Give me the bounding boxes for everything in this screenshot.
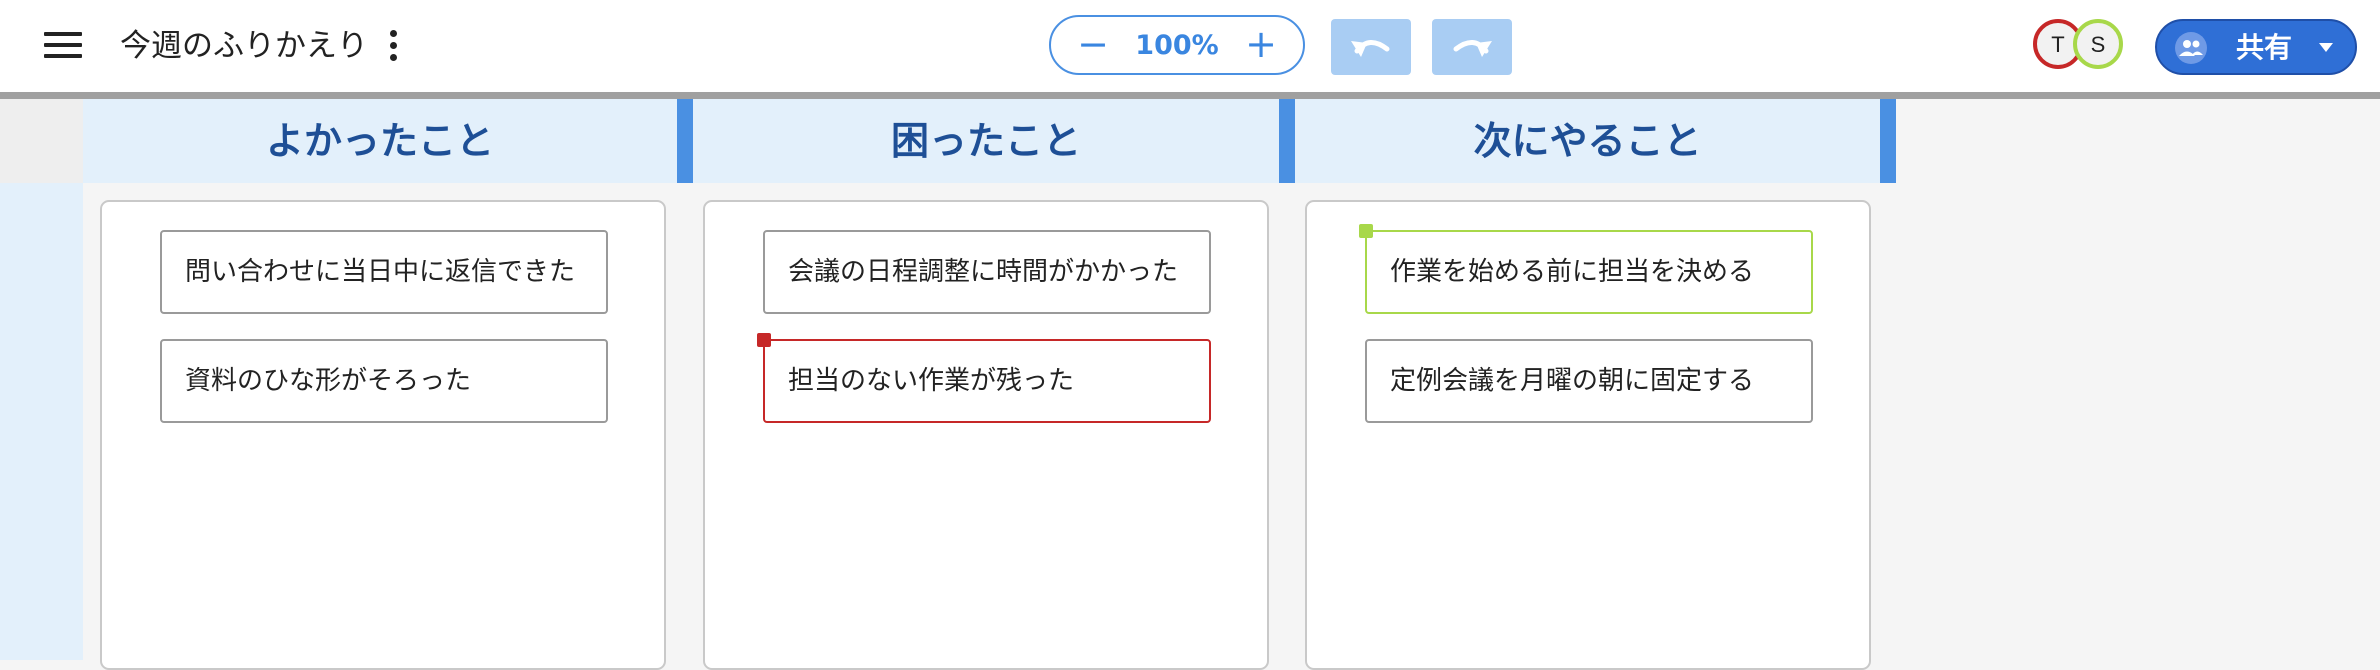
user-cursor-marker (1359, 224, 1373, 238)
share-button[interactable]: 共有 (2155, 19, 2357, 75)
corner-cell (0, 99, 83, 183)
column-divider[interactable] (677, 99, 693, 183)
column-problems: 困ったこと 会議の日程調整に時間がかかった 担当のない作業が残った (693, 99, 1279, 670)
redo-button[interactable] (1432, 19, 1512, 75)
zoom-out-button[interactable]: − (1067, 21, 1119, 69)
column-panel[interactable]: 問い合わせに当日中に返信できた 資料のひな形がそろった (100, 200, 666, 670)
column-divider[interactable] (1880, 99, 1896, 183)
top-bar: 今週のふりかえり − 100% + T S 共有 (0, 0, 2380, 92)
hamburger-menu-icon[interactable] (44, 31, 82, 59)
zoom-control: − 100% + (1049, 15, 1305, 75)
toolbar-divider (0, 92, 2380, 99)
column-panel[interactable]: 作業を始める前に担当を決める 定例会議を月曜の朝に固定する (1305, 200, 1871, 670)
user-avatar-s[interactable]: S (2073, 19, 2123, 69)
column-next-actions: 次にやること 作業を始める前に担当を決める 定例会議を月曜の朝に固定する (1295, 99, 1880, 670)
board-canvas[interactable]: よかったこと 問い合わせに当日中に返信できた 資料のひな形がそろった 困ったこと… (0, 99, 2380, 670)
column-good: よかったこと 問い合わせに当日中に返信できた 資料のひな形がそろった (83, 99, 677, 670)
sticky-card-text: 作業を始める前に担当を決める (1390, 257, 1755, 287)
people-icon (2175, 32, 2207, 64)
sticky-card[interactable]: 資料のひな形がそろった (160, 339, 608, 423)
caret-down-icon (2319, 43, 2333, 52)
undo-icon (1351, 40, 1390, 57)
sticky-card[interactable]: 問い合わせに当日中に返信できた (160, 230, 608, 314)
column-divider[interactable] (1279, 99, 1295, 183)
share-label: 共有 (2236, 31, 2293, 64)
column-header[interactable]: よかったこと (83, 99, 677, 183)
column-panel[interactable]: 会議の日程調整に時間がかかった 担当のない作業が残った (703, 200, 1269, 670)
user-cursor-marker (757, 333, 771, 347)
sticky-card-selected-by-t[interactable]: 担当のない作業が残った (757, 333, 1211, 423)
zoom-level: 100% (1135, 30, 1219, 61)
row-header-strip (0, 183, 83, 660)
zoom-in-button[interactable]: + (1235, 21, 1287, 69)
more-vertical-icon[interactable] (384, 28, 404, 64)
board-title[interactable]: 今週のふりかえり (120, 26, 368, 66)
redo-icon (1453, 40, 1492, 57)
sticky-card[interactable]: 定例会議を月曜の朝に固定する (1365, 339, 1813, 423)
undo-button[interactable] (1331, 19, 1411, 75)
sticky-card-selected-by-s[interactable]: 作業を始める前に担当を決める (1359, 224, 1813, 314)
sticky-card-text: 担当のない作業が残った (788, 366, 1075, 396)
column-header[interactable]: 次にやること (1295, 99, 1880, 183)
column-header[interactable]: 困ったこと (693, 99, 1279, 183)
sticky-card[interactable]: 会議の日程調整に時間がかかった (763, 230, 1211, 314)
